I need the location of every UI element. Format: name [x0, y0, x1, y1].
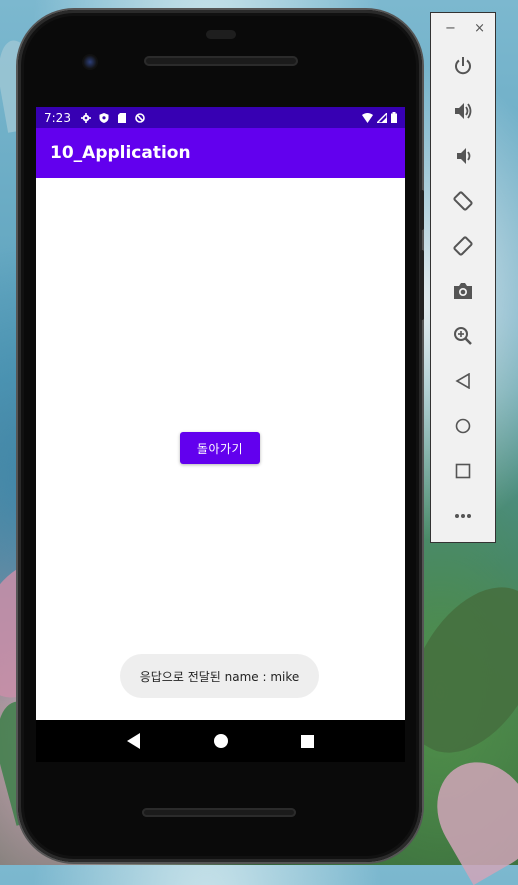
toolbar-window-controls: − ×: [431, 13, 495, 36]
sd-card-icon: [117, 112, 126, 123]
device-screen: 7:23 10_Application 돌아가기 응답으로 전달된 name:…: [36, 107, 405, 720]
power-button[interactable]: [431, 51, 495, 81]
overview-toolbar-button[interactable]: [431, 456, 495, 486]
app-title: 10_Application: [50, 143, 191, 163]
toast-text: 응답으로 전달된 name : mike: [139, 669, 300, 684]
screenshot-button[interactable]: [431, 276, 495, 306]
back-button[interactable]: 돌아가기: [180, 432, 260, 464]
main-content: 돌아가기 응답으로 전달된 name : mike: [36, 178, 405, 720]
toast-message: 응답으로 전달된 name : mike: [120, 654, 319, 698]
earpiece-speaker: [144, 56, 298, 66]
rotate-left-icon: [453, 191, 473, 211]
nav-recents-icon[interactable]: [301, 734, 315, 748]
more-button[interactable]: [431, 501, 495, 531]
close-button[interactable]: ×: [474, 21, 485, 36]
proximity-sensor: [206, 30, 236, 39]
nav-home-icon[interactable]: [213, 734, 228, 748]
status-bar: 7:23: [36, 107, 405, 128]
app-bar: 10_Application: [36, 128, 405, 178]
no-signal-circle-icon: [135, 112, 145, 123]
camera-icon: [454, 283, 472, 299]
home-toolbar-button[interactable]: [431, 411, 495, 441]
rotate-right-button[interactable]: [431, 231, 495, 261]
settings-icon: [80, 112, 91, 123]
more-dots-icon: [455, 514, 471, 518]
back-toolbar-button[interactable]: [431, 366, 495, 396]
zoom-button[interactable]: [431, 321, 495, 351]
minimize-button[interactable]: −: [445, 21, 456, 36]
cell-signal-icon: [377, 112, 387, 123]
rotate-left-button[interactable]: [431, 186, 495, 216]
wifi-icon: [362, 112, 373, 123]
bottom-speaker: [142, 808, 296, 817]
back-triangle-icon: [455, 373, 470, 389]
volume-up-icon: [455, 103, 472, 119]
emulator-toolbar: − ×: [430, 12, 496, 543]
rotate-right-icon: [453, 236, 473, 256]
navigation-bar: [36, 720, 405, 762]
battery-icon: [391, 112, 397, 123]
power-icon: [455, 57, 471, 75]
nav-back-icon[interactable]: [126, 733, 141, 749]
zoom-icon: [454, 327, 472, 345]
volume-side-button: [420, 250, 424, 320]
status-time: 7:23: [44, 110, 71, 125]
status-right-icons: [362, 112, 397, 123]
power-side-button: [420, 190, 424, 230]
front-camera: [82, 54, 98, 70]
home-circle-icon: [455, 418, 471, 434]
volume-down-button[interactable]: [431, 141, 495, 171]
shield-icon: [99, 112, 109, 123]
volume-down-icon: [457, 148, 471, 164]
volume-up-button[interactable]: [431, 96, 495, 126]
overview-square-icon: [455, 463, 471, 479]
